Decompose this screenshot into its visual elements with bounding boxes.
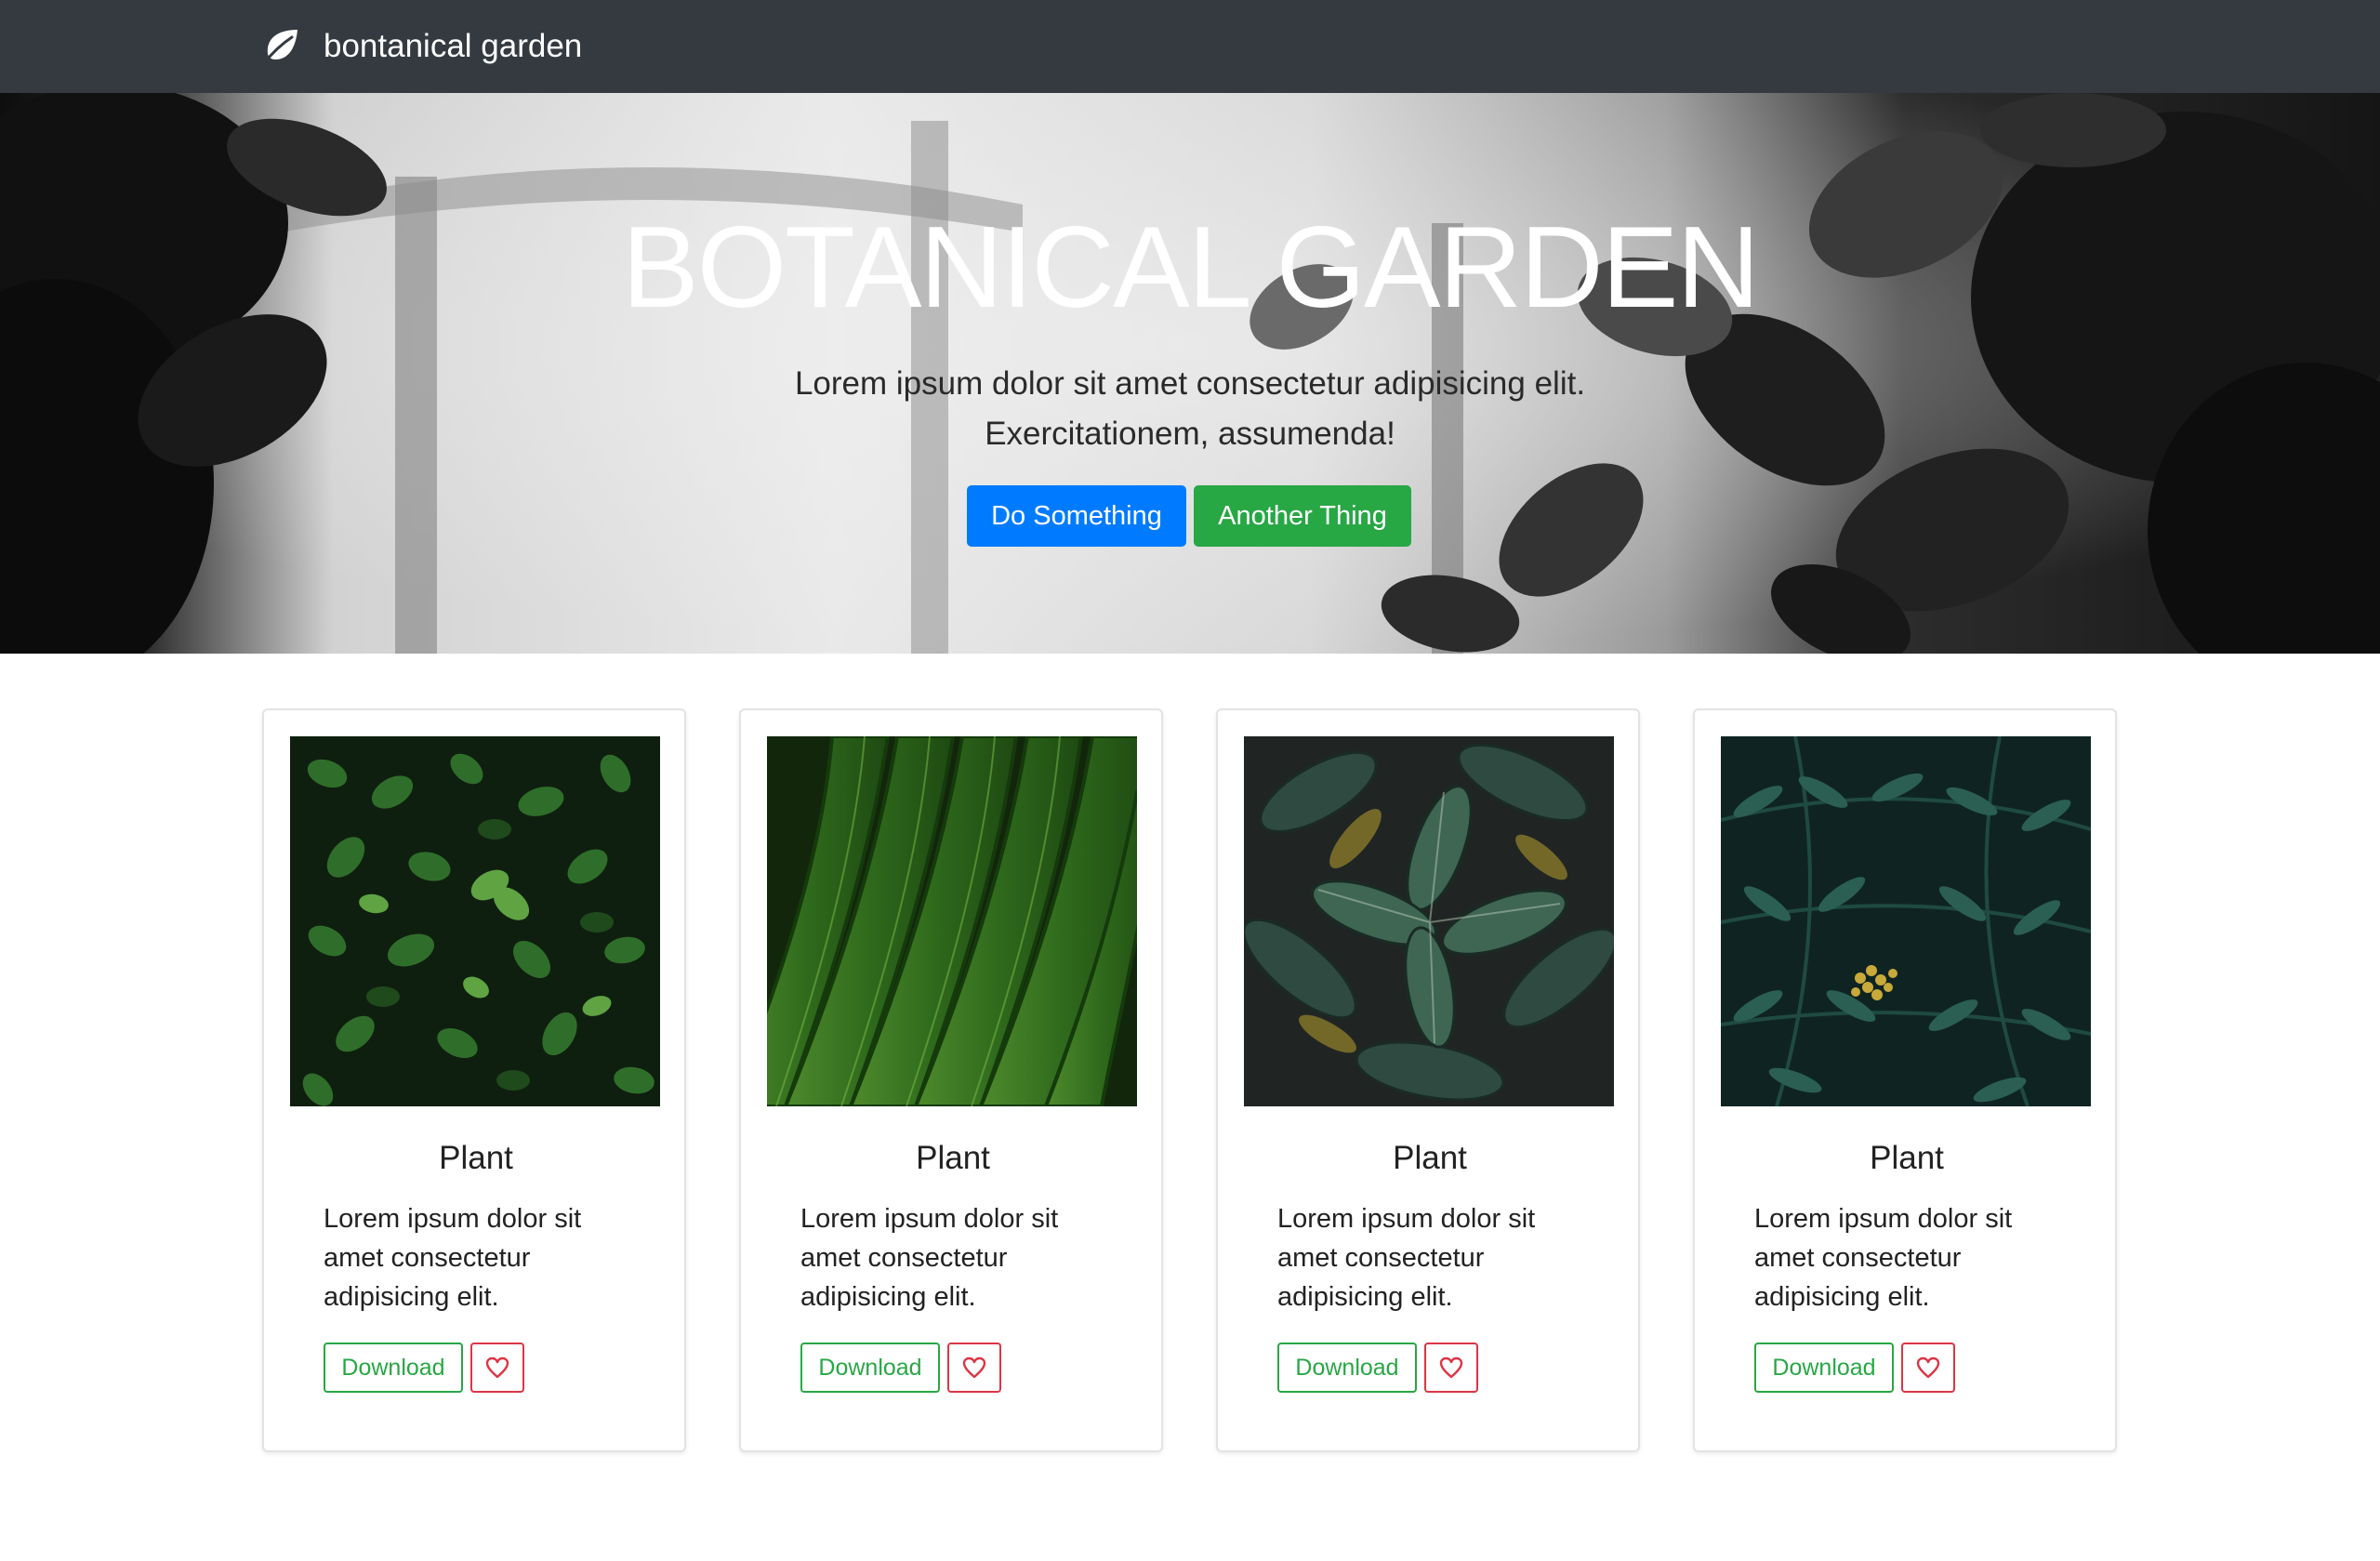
card-actions: Download — [1277, 1343, 1478, 1393]
do-something-button[interactable]: Do Something — [967, 485, 1186, 547]
plant-image — [1244, 736, 1614, 1106]
leaf-icon — [262, 30, 298, 65]
download-button[interactable]: Download — [1754, 1343, 1894, 1393]
card-text: Lorem ipsum dolor sit amet consectetur a… — [324, 1204, 582, 1312]
download-button[interactable]: Download — [1277, 1343, 1417, 1393]
card-actions: Download — [1754, 1343, 1955, 1393]
plant-card: Plant Lorem ipsum dolor sit amet consect… — [1216, 708, 1640, 1452]
plant-image — [290, 736, 660, 1106]
download-button[interactable]: Download — [800, 1343, 940, 1393]
card-text: Lorem ipsum dolor sit amet consectetur a… — [800, 1204, 1059, 1312]
heart-icon — [1439, 1356, 1463, 1379]
another-thing-button[interactable]: Another Thing — [1194, 485, 1411, 547]
like-button[interactable] — [1901, 1343, 1955, 1393]
download-button[interactable]: Download — [324, 1343, 463, 1393]
like-button[interactable] — [1424, 1343, 1478, 1393]
plant-image — [767, 736, 1137, 1106]
palm-frond-image — [767, 736, 1137, 1106]
card-text: Lorem ipsum dolor sit amet consectetur a… — [1277, 1204, 1536, 1312]
plant-card: Plant Lorem ipsum dolor sit amet consect… — [1693, 708, 2117, 1452]
hero-lead-line-1: Lorem ipsum dolor sit amet consectetur a… — [794, 365, 1586, 402]
card-title: Plant — [439, 1140, 513, 1176]
like-button[interactable] — [947, 1343, 1001, 1393]
fern-image — [1721, 736, 2091, 1106]
card-text: Lorem ipsum dolor sit amet consectetur a… — [1754, 1204, 2013, 1312]
navbar-brand[interactable]: bontanical garden — [260, 0, 582, 93]
like-button[interactable] — [470, 1343, 524, 1393]
navbar: bontanical garden — [0, 0, 2380, 93]
plant-card: Plant Lorem ipsum dolor sit amet consect… — [739, 708, 1163, 1452]
hero-button-group: Do Something Another Thing — [967, 485, 1411, 547]
brand-label: bontanical garden — [324, 28, 583, 64]
heart-icon — [962, 1356, 986, 1379]
hero-lead: Lorem ipsum dolor sit amet consectetur a… — [725, 359, 1655, 459]
heart-icon — [485, 1356, 509, 1379]
card-title: Plant — [916, 1140, 990, 1176]
heart-icon — [1916, 1356, 1940, 1379]
plant-card: Plant Lorem ipsum dolor sit amet consect… — [262, 708, 686, 1452]
dark-leaves-image — [1244, 736, 1614, 1106]
hero-lead-line-2: Exercitationem, assumenda! — [985, 416, 1395, 452]
plant-image — [1721, 736, 2091, 1106]
hero-title: BOTANICAL GARDEN — [622, 204, 1760, 332]
hero-jumbotron: BOTANICAL GARDEN Lorem ipsum dolor sit a… — [0, 93, 2380, 654]
clover-leaves-image — [290, 736, 660, 1106]
card-actions: Download — [324, 1343, 524, 1393]
card-actions: Download — [800, 1343, 1001, 1393]
card-title: Plant — [1393, 1140, 1467, 1176]
card-title: Plant — [1870, 1140, 1944, 1176]
